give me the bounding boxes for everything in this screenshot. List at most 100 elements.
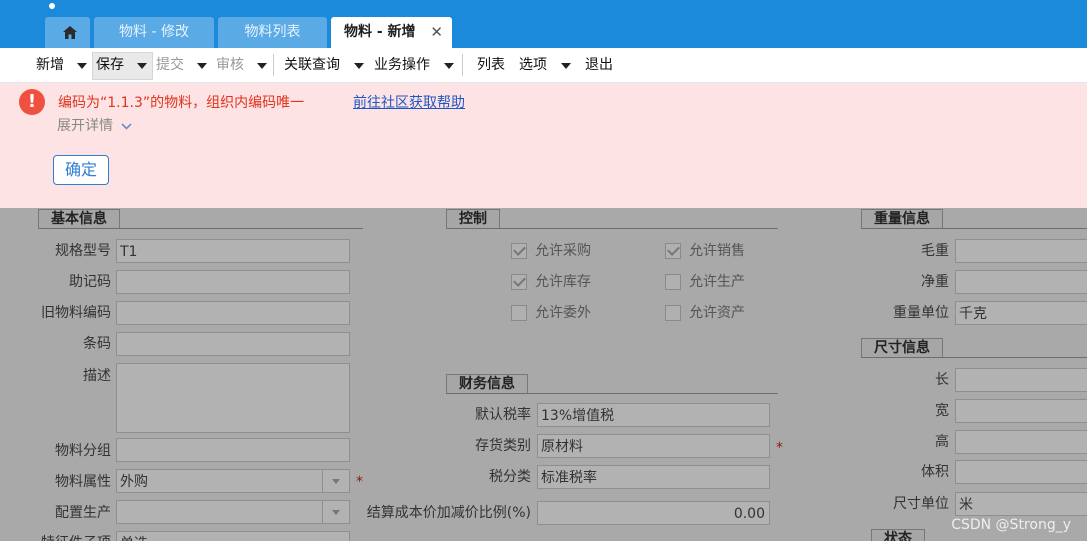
attribute-label: 物料属性 — [55, 474, 111, 490]
new-dropdown-icon[interactable] — [77, 63, 87, 69]
allow-inventory-checkbox[interactable] — [511, 274, 527, 290]
tax-class-input[interactable]: 标准税率 — [537, 465, 770, 489]
related-query-button[interactable]: 关联查询 — [284, 56, 340, 74]
audit-button[interactable]: 审核 — [216, 56, 244, 74]
required-mark: * — [776, 440, 783, 456]
inventory-category-input[interactable]: 原材料 — [537, 434, 770, 458]
tab-material-list[interactable]: 物料列表 — [218, 17, 327, 48]
allow-sales-label: 允许销售 — [689, 243, 745, 259]
allow-sales-checkbox[interactable] — [665, 243, 681, 259]
cost-ratio-label: 结算成本价加减价比例(%) — [366, 505, 531, 521]
barcode-label: 条码 — [83, 336, 111, 352]
tax-class-label: 税分类 — [489, 469, 531, 485]
old-code-label: 旧物料编码 — [41, 305, 111, 321]
save-dropdown-icon[interactable] — [137, 63, 147, 69]
allow-inventory-label: 允许库存 — [535, 274, 591, 290]
check-icon — [513, 243, 526, 256]
attribute-value: 外购 — [120, 474, 148, 490]
size-section: 尺寸信息 — [861, 338, 1087, 358]
length-input[interactable] — [955, 368, 1087, 392]
error-message: 编码为“1.1.3”的物料，组织内编码唯一 — [58, 95, 305, 111]
section-title: 重量信息 — [861, 209, 943, 228]
length-label: 长 — [935, 372, 949, 388]
control-section: 控制 — [446, 209, 778, 229]
options-dropdown-icon[interactable] — [561, 63, 571, 69]
net-weight-input[interactable] — [955, 270, 1087, 294]
home-tab[interactable] — [45, 17, 90, 48]
old-code-input[interactable] — [116, 301, 350, 325]
submit-button[interactable]: 提交 — [156, 56, 184, 74]
section-title: 状态 — [871, 529, 925, 541]
allow-asset-checkbox[interactable] — [665, 305, 681, 321]
community-help-link[interactable]: 前往社区获取帮助 — [353, 92, 465, 112]
business-ops-button[interactable]: 业务操作 — [374, 56, 430, 74]
mnemonic-input[interactable] — [116, 270, 350, 294]
options-button[interactable]: 选项 — [519, 56, 547, 74]
group-label: 物料分组 — [55, 443, 111, 459]
spec-input[interactable]: T1 — [116, 239, 350, 263]
description-textarea[interactable] — [116, 363, 350, 433]
feature-item-select[interactable]: 单选 — [116, 531, 350, 541]
barcode-input[interactable] — [116, 332, 350, 356]
height-input[interactable] — [955, 430, 1087, 454]
finance-section: 财务信息 — [446, 374, 778, 394]
net-weight-label: 净重 — [921, 274, 949, 290]
basic-info-section: 基本信息 — [38, 209, 363, 229]
related-query-dropdown-icon[interactable] — [354, 63, 364, 69]
watermark: CSDN @Strong_y — [951, 517, 1071, 533]
save-button[interactable]: 保存 — [96, 56, 124, 74]
allow-purchase-label: 允许采购 — [535, 243, 591, 259]
width-label: 宽 — [935, 403, 949, 419]
toolbar-divider — [462, 54, 463, 76]
section-title: 财务信息 — [446, 374, 528, 393]
tax-rate-input[interactable]: 13%增值税 — [537, 403, 770, 427]
weight-unit-label: 重量单位 — [893, 305, 949, 321]
gross-weight-label: 毛重 — [921, 243, 949, 259]
config-production-select[interactable] — [116, 500, 350, 524]
allow-purchase-checkbox[interactable] — [511, 243, 527, 259]
spec-label: 规格型号 — [55, 243, 111, 259]
audit-dropdown-icon[interactable] — [257, 63, 267, 69]
section-title: 基本信息 — [38, 209, 120, 228]
attribute-select[interactable]: 外购 — [116, 469, 350, 493]
tab-label: 物料 - 新增 — [344, 24, 416, 40]
volume-input[interactable] — [955, 460, 1087, 484]
width-input[interactable] — [955, 399, 1087, 423]
section-title: 控制 — [446, 209, 500, 228]
weight-unit-input[interactable]: 千克 — [955, 301, 1087, 325]
allow-production-label: 允许生产 — [689, 274, 745, 290]
required-mark: * — [356, 474, 363, 490]
expand-details-link[interactable]: 展开详情 — [57, 115, 133, 135]
gross-weight-input[interactable] — [955, 239, 1087, 263]
tax-rate-label: 默认税率 — [475, 407, 531, 423]
home-icon — [63, 26, 77, 39]
new-button[interactable]: 新增 — [36, 56, 64, 74]
tab-material-new[interactable]: 物料 - 新增 ✕ — [331, 17, 452, 48]
chevron-down-icon — [121, 123, 133, 130]
volume-label: 体积 — [921, 464, 949, 480]
exit-button[interactable]: 退出 — [585, 56, 613, 74]
feature-item-value: 单选 — [120, 536, 148, 541]
size-unit-label: 尺寸单位 — [893, 496, 949, 512]
window-dot — [49, 3, 55, 9]
section-title: 尺寸信息 — [861, 338, 943, 357]
confirm-button[interactable]: 确定 — [53, 155, 109, 185]
close-tab-icon[interactable]: ✕ — [430, 17, 443, 48]
group-input[interactable] — [116, 438, 350, 462]
list-button[interactable]: 列表 — [477, 56, 505, 74]
tab-material-edit[interactable]: 物料 - 修改 — [94, 17, 214, 48]
expand-details-label: 展开详情 — [57, 118, 113, 134]
size-unit-input[interactable]: 米 — [955, 492, 1087, 516]
error-alert: ! 编码为“1.1.3”的物料，组织内编码唯一 前往社区获取帮助 展开详情 确定 — [0, 83, 1087, 208]
mnemonic-label: 助记码 — [69, 274, 111, 290]
submit-dropdown-icon[interactable] — [197, 63, 207, 69]
business-ops-dropdown-icon[interactable] — [444, 63, 454, 69]
check-icon — [513, 274, 526, 287]
toolbar-divider — [273, 54, 274, 76]
cost-ratio-input[interactable]: 0.00 — [537, 501, 770, 525]
height-label: 高 — [935, 434, 949, 450]
allow-outsourcing-label: 允许委外 — [535, 305, 591, 321]
allow-outsourcing-checkbox[interactable] — [511, 305, 527, 321]
allow-production-checkbox[interactable] — [665, 274, 681, 290]
inventory-category-label: 存货类别 — [475, 438, 531, 454]
